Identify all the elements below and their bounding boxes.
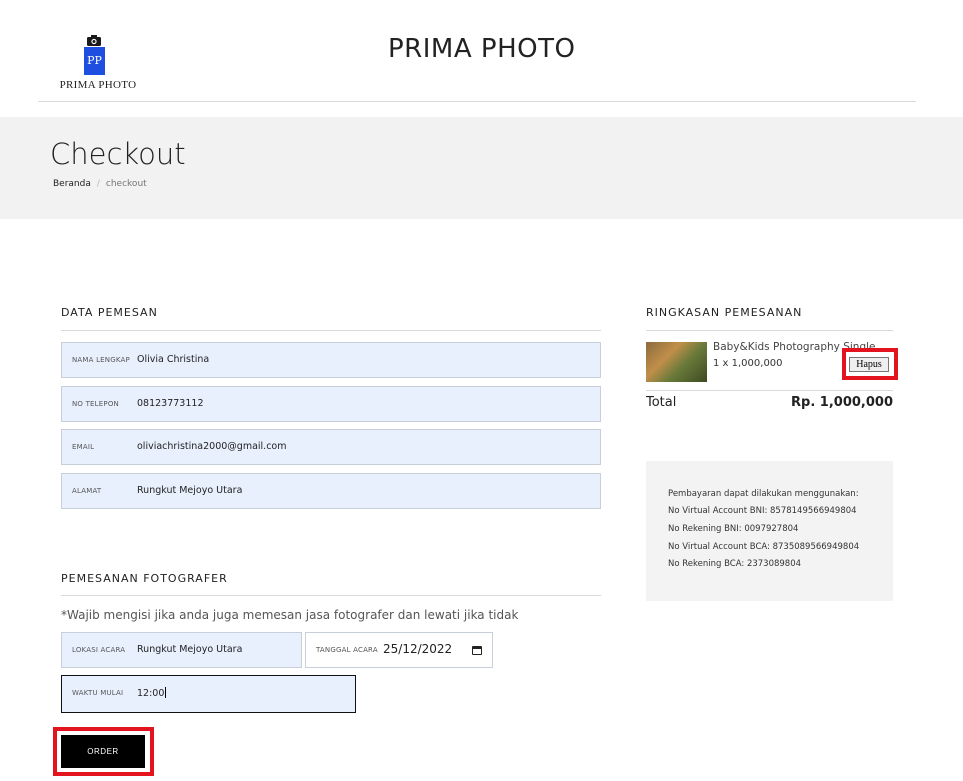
breadcrumb-current: checkout [105,179,147,189]
remove-item-button[interactable]: Hapus [849,357,889,372]
product-thumbnail [646,342,707,382]
payment-line: No Virtual Account BNI: 8578149566949804 [668,506,857,516]
breadcrumb-separator: / [96,179,100,189]
payment-line: Pembayaran dapat dilakukan menggunakan: [668,489,859,499]
field-label: TANGGAL ACARA [316,646,378,654]
field-value: Olivia Christina [137,354,210,365]
field-label: EMAIL [72,443,95,451]
order-button[interactable]: ORDER [61,735,145,768]
data-pemesan-title: DATA PEMESAN [61,306,158,319]
field-value: 08123773112 [137,398,204,409]
camera-icon [87,35,101,46]
logo-text: PRIMA PHOTO [59,79,137,91]
field-label: LOKASI ACARA [72,646,126,654]
field-label: NAMA LENGKAP [72,356,130,364]
alamat-field[interactable]: ALAMAT Rungkut Mejoyo Utara [61,473,601,509]
divider [61,330,601,331]
divider [61,595,601,596]
ringkasan-title: RINGKASAN PEMESANAN [646,306,803,319]
lokasi-acara-field[interactable]: LOKASI ACARA Rungkut Mejoyo Utara [61,632,302,668]
total-label: Total [646,395,677,410]
breadcrumb-home[interactable]: Beranda [53,179,91,189]
payment-info-box: Pembayaran dapat dilakukan menggunakan: … [646,461,893,601]
payment-line: No Rekening BCA: 2373089804 [668,559,802,569]
field-value: Rungkut Mejoyo Utara [137,485,243,496]
site-logo[interactable]: PP PRIMA PHOTO [58,34,138,94]
site-header: PP PRIMA PHOTO PRIMA PHOTO [38,0,916,102]
pemesanan-fotografer-title: PEMESANAN FOTOGRAFER [61,572,228,585]
logo-mark: PP [84,47,105,75]
field-label: ALAMAT [72,487,102,495]
text-caret [165,687,167,698]
page-hero: Checkout Beranda / checkout [0,117,963,219]
payment-line: No Virtual Account BCA: 8735089566949804 [668,542,860,552]
email-field[interactable]: EMAIL oliviachristina2000@gmail.com [61,429,601,465]
divider [646,330,893,331]
site-title: PRIMA PHOTO [388,34,576,64]
field-value: oliviachristina2000@gmail.com [137,441,287,452]
field-value: 25/12/2022 [383,642,453,656]
payment-line: No Rekening BNI: 0097927804 [668,524,799,534]
tanggal-acara-field[interactable]: TANGGAL ACARA 25/12/2022 [305,632,493,668]
fotografer-note: *Wajib mengisi jika anda juga memesan ja… [61,608,519,622]
breadcrumb: Beranda / checkout [53,179,147,189]
field-label: WAKTU MULAI [72,689,124,697]
item-quantity: 1 x 1,000,000 [713,358,783,369]
total-value: Rp. 1,000,000 [791,395,893,410]
field-value: 12:00 [137,687,167,699]
waktu-mulai-field[interactable]: WAKTU MULAI 12:00 [61,675,356,713]
field-value: Rungkut Mejoyo Utara [137,644,243,655]
page-title: Checkout [50,137,186,171]
divider [646,390,893,391]
no-telepon-field[interactable]: NO TELEPON 08123773112 [61,386,601,422]
waktu-value: 12:00 [137,688,165,699]
calendar-icon[interactable] [472,646,482,655]
nama-lengkap-field[interactable]: NAMA LENGKAP Olivia Christina [61,342,601,378]
field-label: NO TELEPON [72,400,119,408]
